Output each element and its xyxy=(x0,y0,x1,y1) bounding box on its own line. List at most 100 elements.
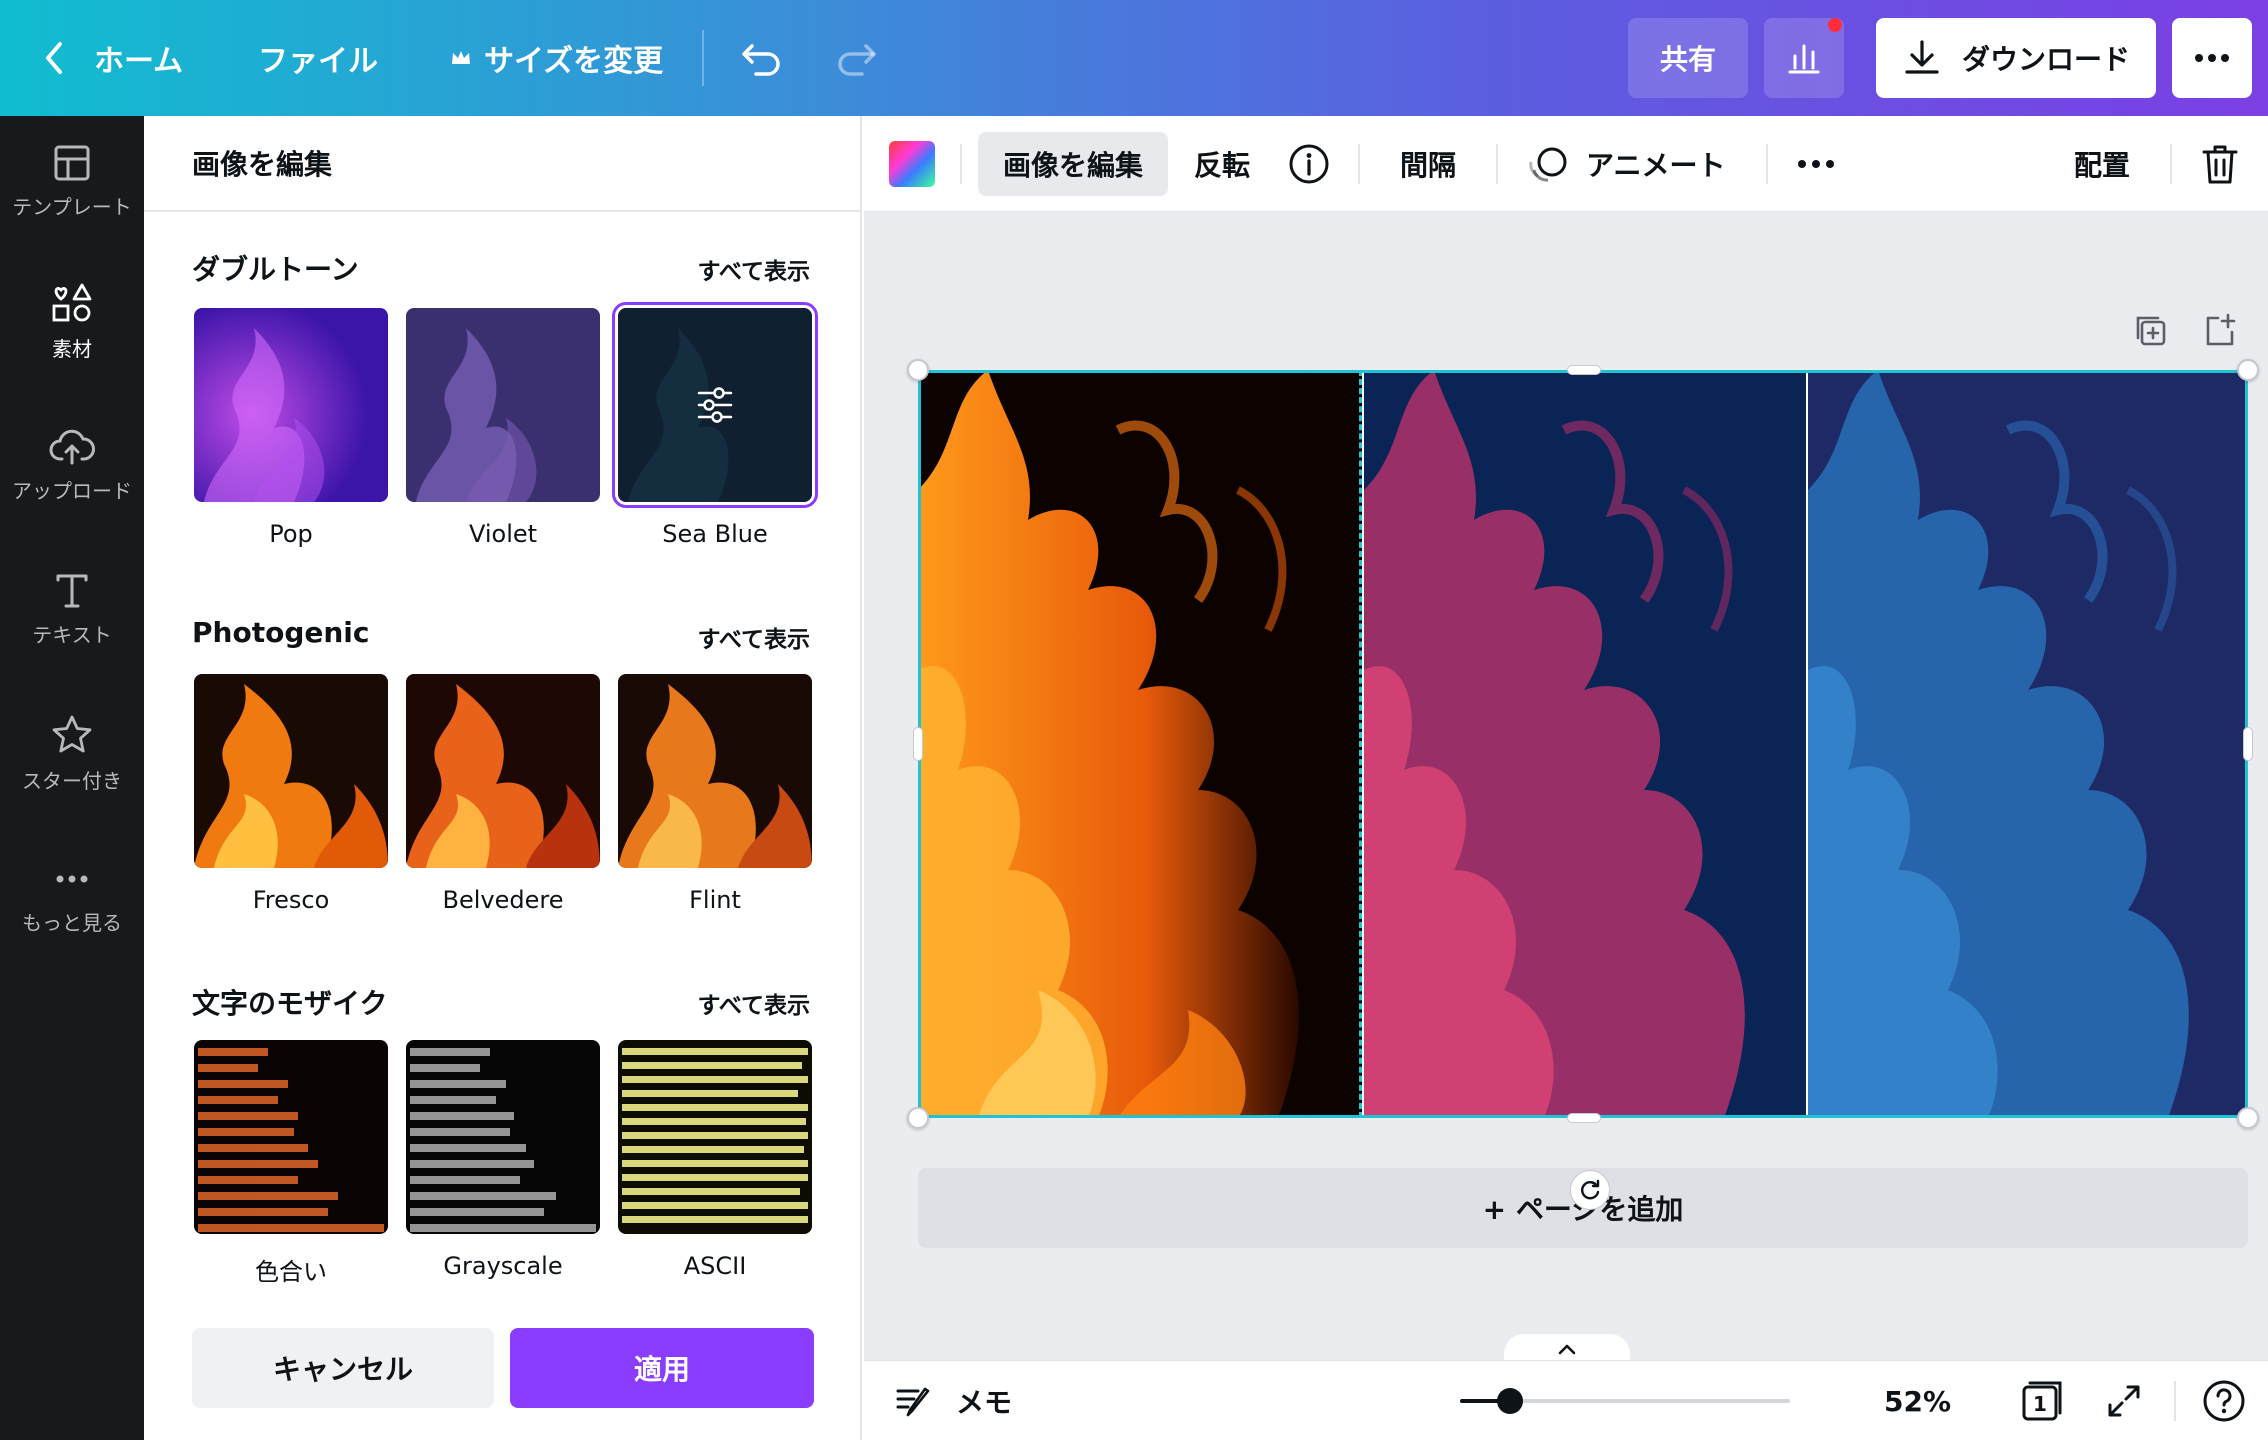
more-tools-button[interactable] xyxy=(1796,116,1836,212)
resize-handle-right[interactable] xyxy=(2243,727,2253,761)
toolbar-divider xyxy=(960,144,962,184)
info-button[interactable] xyxy=(1288,116,1330,212)
notes-button[interactable]: メモ xyxy=(894,1361,1012,1440)
toolbar-divider xyxy=(1766,144,1768,184)
zoom-slider[interactable] xyxy=(1460,1388,1790,1414)
editor-area: 画像を編集 反転 間隔 アニメート 配置 + ページを追加 メモ 52% 1 xyxy=(864,116,2268,1440)
fullscreen-button[interactable] xyxy=(2104,1361,2144,1440)
redo-icon xyxy=(838,44,876,76)
rail-label-uploads: アップロード xyxy=(12,478,132,503)
resize-handle-top-right[interactable] xyxy=(2237,359,2259,381)
rail-item-starred[interactable]: スター付き xyxy=(0,688,144,818)
effect-label-ascii: ASCII xyxy=(683,1252,747,1280)
resize-handle-bottom-right[interactable] xyxy=(2237,1107,2259,1129)
notes-icon xyxy=(896,1387,930,1417)
file-label: ファイル xyxy=(258,44,378,79)
footer-divider xyxy=(2174,1381,2176,1421)
bottom-bar: メモ 52% 1 xyxy=(864,1360,2268,1440)
redo-button[interactable] xyxy=(834,0,878,116)
rail-item-uploads[interactable]: アップロード xyxy=(0,400,144,530)
apply-button[interactable]: 適用 xyxy=(510,1328,814,1408)
help-button[interactable] xyxy=(2202,1361,2246,1440)
rail-item-text[interactable]: テキスト xyxy=(0,544,144,674)
resize-handle-top[interactable] xyxy=(1567,365,1601,375)
effect-thumb-flint[interactable] xyxy=(618,674,812,868)
download-icon xyxy=(1905,40,1939,74)
more-horizontal-icon xyxy=(2195,54,2229,62)
resize-handle-bottom[interactable] xyxy=(1567,1113,1601,1123)
rail-label-more: もっと見る xyxy=(22,910,122,935)
home-button[interactable]: ホーム xyxy=(40,0,183,116)
resize-handle-bottom-left[interactable] xyxy=(907,1107,929,1129)
adjust-sliders-icon[interactable] xyxy=(693,383,737,427)
rail-item-elements[interactable]: 素材 xyxy=(0,256,144,386)
color-picker-button[interactable] xyxy=(888,116,936,212)
edit-image-panel: 画像を編集 ダブルトーン すべて表示 Pop Violet Sea Blue P… xyxy=(144,116,862,1440)
zoom-slider-knob[interactable] xyxy=(1496,1388,1523,1414)
show-all-duotone-link[interactable]: すべて表示 xyxy=(698,252,810,286)
notes-label: メモ xyxy=(956,1386,1013,1419)
show-all-text-mosaic-link[interactable]: すべて表示 xyxy=(698,986,810,1020)
fire-image-pink[interactable] xyxy=(1364,370,1806,1118)
cancel-button[interactable]: キャンセル xyxy=(192,1328,494,1408)
rail-label-text: テキスト xyxy=(32,622,112,647)
fire-image-blue[interactable] xyxy=(1808,370,2248,1118)
toolbar-divider xyxy=(2170,144,2172,184)
undo-button[interactable] xyxy=(740,0,784,116)
effect-label-sea-blue: Sea Blue xyxy=(662,520,768,548)
edit-image-button[interactable]: 画像を編集 xyxy=(978,132,1168,196)
effect-thumb-pop[interactable] xyxy=(194,308,388,502)
effect-label-grayscale: Grayscale xyxy=(443,1252,563,1280)
toolbar-divider xyxy=(1358,144,1360,184)
fire-image-orange[interactable] xyxy=(918,370,1362,1118)
color-swatch-icon xyxy=(889,141,935,187)
more-options-button[interactable] xyxy=(2172,18,2252,98)
share-label: 共有 xyxy=(1659,43,1716,76)
duplicate-page-button[interactable] xyxy=(2132,312,2168,352)
resize-handle-top-left[interactable] xyxy=(907,359,929,381)
animate-button[interactable]: アニメート xyxy=(1526,116,1725,212)
resize-handle-left[interactable] xyxy=(913,727,923,761)
effect-label-belvedere: Belvedere xyxy=(442,886,564,914)
effect-thumb-grayscale[interactable] xyxy=(406,1040,600,1234)
animate-label: アニメート xyxy=(1586,149,1726,182)
position-button[interactable]: 配置 xyxy=(2074,116,2130,212)
flip-button[interactable]: 反転 xyxy=(1194,116,1250,212)
section-title-photogenic: Photogenic xyxy=(192,616,370,649)
add-page-icon xyxy=(2206,313,2236,346)
rail-item-templates[interactable]: テンプレート xyxy=(0,116,144,246)
effect-label-color-tone: 色合い xyxy=(255,1258,327,1286)
expand-icon xyxy=(2108,1385,2140,1417)
topbar-divider xyxy=(702,30,704,86)
share-button[interactable]: 共有 xyxy=(1628,18,1748,98)
home-label: ホーム xyxy=(94,44,184,79)
effect-thumb-ascii[interactable] xyxy=(618,1040,812,1234)
context-toolbar: 画像を編集 反転 間隔 アニメート 配置 xyxy=(864,116,2268,212)
download-label: ダウンロード xyxy=(1961,43,2130,76)
toolbar-divider xyxy=(1496,144,1498,184)
more-horizontal-icon xyxy=(1798,160,1834,168)
effect-thumb-violet[interactable] xyxy=(406,308,600,502)
show-all-photogenic-link[interactable]: すべて表示 xyxy=(698,620,810,654)
file-menu[interactable]: ファイル xyxy=(258,0,378,116)
zoom-level[interactable]: 52% xyxy=(1884,1361,1951,1440)
rail-label-starred: スター付き xyxy=(22,768,122,793)
page-count-button[interactable]: 1 xyxy=(2020,1361,2064,1440)
rotate-handle[interactable] xyxy=(1570,1170,1610,1210)
effect-thumb-fresco[interactable] xyxy=(194,674,388,868)
design-canvas[interactable] xyxy=(918,370,2248,1118)
add-page-icon-button[interactable] xyxy=(2202,312,2238,352)
spacing-button[interactable]: 間隔 xyxy=(1400,116,1456,212)
resize-button[interactable]: サイズを変更 xyxy=(450,0,663,116)
delete-button[interactable] xyxy=(2200,116,2240,212)
rail-item-more[interactable]: もっと見る xyxy=(0,832,144,962)
effect-thumb-color-tone[interactable] xyxy=(194,1040,388,1234)
chevron-up-icon xyxy=(1558,1344,1576,1355)
rotate-icon xyxy=(1581,1179,1600,1200)
info-icon xyxy=(1289,144,1329,184)
download-button[interactable]: ダウンロード xyxy=(1876,18,2156,98)
bar-chart-icon xyxy=(1788,44,1820,74)
rail-label-templates: テンプレート xyxy=(12,194,132,219)
effect-thumb-sea-blue[interactable] xyxy=(612,302,818,508)
effect-thumb-belvedere[interactable] xyxy=(406,674,600,868)
